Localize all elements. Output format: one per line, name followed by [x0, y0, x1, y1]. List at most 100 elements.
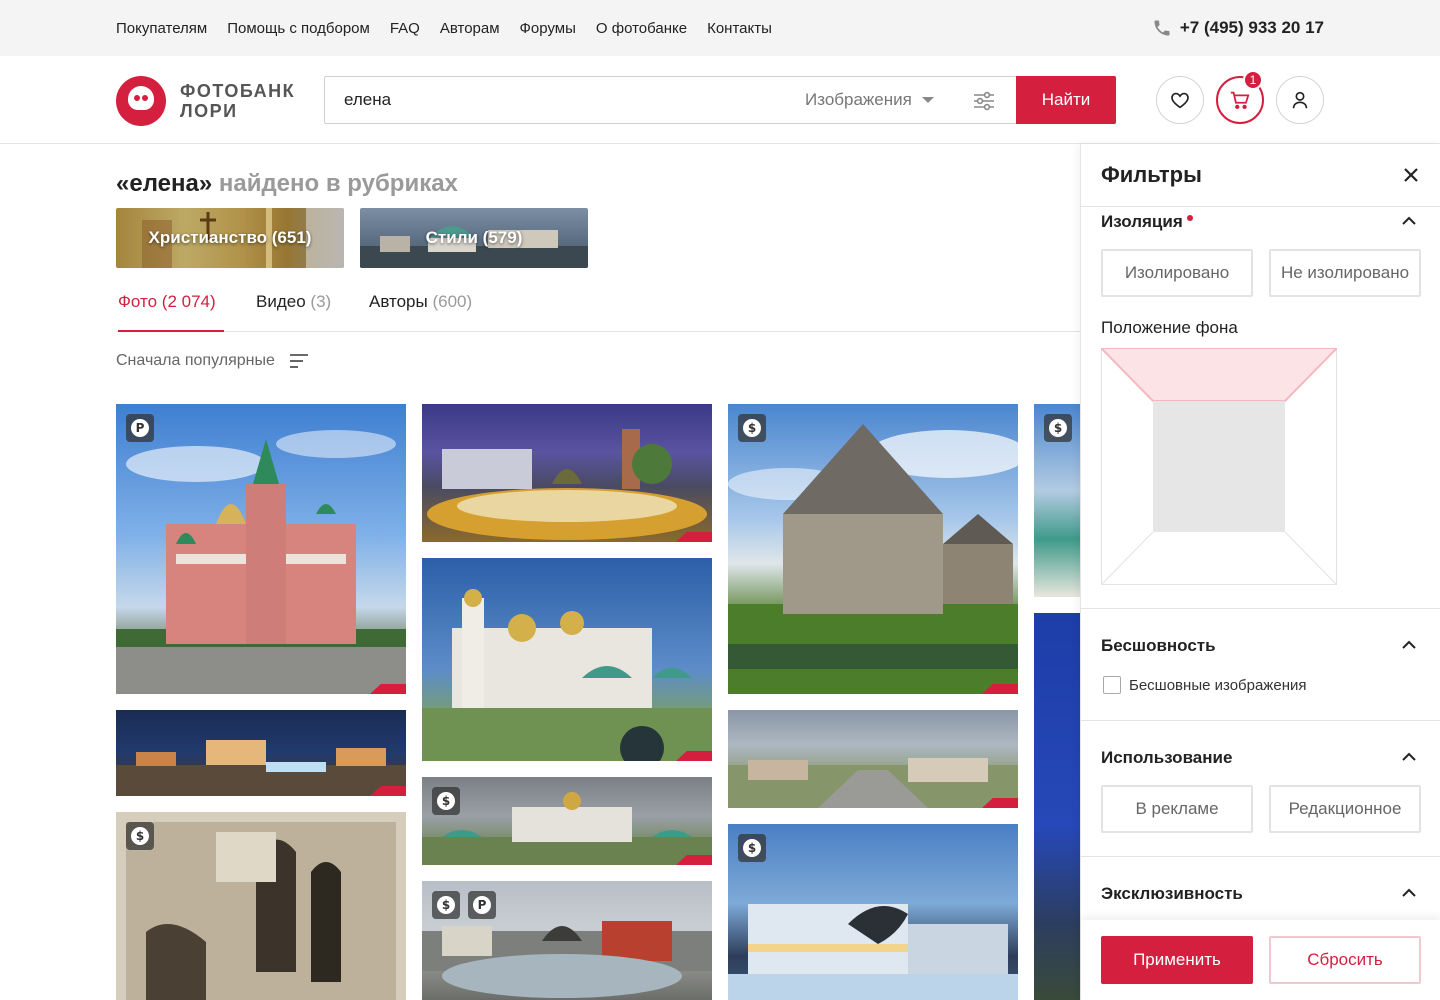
tab-authors[interactable]: Авторы (600) [369, 292, 472, 332]
logo-mark-icon [116, 76, 166, 126]
search-input[interactable] [344, 90, 784, 110]
reset-button[interactable]: Сбросить [1269, 936, 1421, 984]
price-badge: P [126, 414, 154, 442]
heart-icon [1171, 92, 1189, 109]
price-badge: $ [126, 822, 154, 850]
price-badge: $ [738, 414, 766, 442]
background-position-title: Положение фона [1101, 318, 1238, 337]
advertising-button[interactable]: В рекламе [1101, 785, 1253, 833]
filters-title: Фильтры [1101, 162, 1202, 187]
tab-photo-label: Фото [118, 292, 158, 311]
search-button[interactable]: Найти [1016, 76, 1116, 124]
photo-card[interactable]: $ P [422, 881, 712, 1000]
logo-line-2: ЛОРИ [180, 101, 238, 121]
chevron-up-icon[interactable] [1402, 888, 1416, 898]
photo-card[interactable] [728, 710, 1018, 808]
photo-card[interactable]: $ [728, 824, 1018, 1000]
favorites-button[interactable] [1156, 76, 1204, 124]
phone-number[interactable]: +7 (495) 933 20 17 [1152, 0, 1324, 56]
chevron-up-icon[interactable] [1402, 216, 1416, 226]
photo-card[interactable] [422, 558, 712, 761]
cart-icon [1230, 91, 1250, 110]
nav-authors-link[interactable]: Авторам [440, 20, 500, 37]
tab-photo-count: (2 074) [161, 292, 216, 311]
apply-button[interactable]: Применить [1101, 936, 1253, 984]
dollar-icon: $ [437, 792, 455, 810]
sort-select[interactable]: Сначала популярные [116, 352, 309, 370]
isolated-button[interactable]: Изолировано [1101, 249, 1253, 297]
filters-footer: Применить Сбросить [1081, 920, 1440, 1000]
photo-card[interactable] [116, 710, 406, 796]
rubric-christianity[interactable]: Христианство (651) [116, 208, 344, 268]
isolation-section-title[interactable]: Изоляция [1101, 212, 1193, 232]
tab-authors-count: (600) [432, 292, 473, 311]
photo-church-image [116, 430, 406, 694]
seamless-checkbox[interactable] [1103, 676, 1121, 694]
price-badge: $ [1044, 414, 1072, 442]
phone-text: +7 (495) 933 20 17 [1179, 18, 1324, 37]
user-icon [1292, 91, 1308, 109]
account-button[interactable] [1276, 76, 1324, 124]
logo[interactable]: ФОТОБАНК ЛОРИ [116, 76, 295, 126]
tab-video[interactable]: Видео (3) [256, 292, 331, 332]
exclusive-section-title[interactable]: Эксклюзивность [1101, 884, 1243, 904]
chevron-up-icon[interactable] [1402, 752, 1416, 762]
seamless-checkbox-label: Бесшовные изображения [1129, 676, 1307, 694]
search-type-select[interactable]: Изображения [805, 77, 934, 123]
phone-icon [1154, 20, 1170, 36]
photo-engraving-image [116, 812, 406, 1000]
not-isolated-button[interactable]: Не изолировано [1269, 249, 1421, 297]
nav-forums-link[interactable]: Форумы [520, 20, 576, 37]
cart-button[interactable]: 1 [1216, 70, 1264, 124]
close-icon[interactable] [1402, 166, 1420, 184]
photo-card[interactable]: P [116, 404, 406, 694]
rubric-styles-label: Стили (579) [425, 228, 523, 247]
background-position-picker[interactable] [1101, 348, 1337, 585]
photo-card[interactable]: $ [116, 812, 406, 1000]
chevron-up-icon[interactable] [1402, 640, 1416, 650]
tab-photo[interactable]: Фото (2 074) [118, 292, 224, 332]
rubric-styles[interactable]: Стили (579) [360, 208, 588, 268]
editorial-button[interactable]: Редакционное [1269, 785, 1421, 833]
photo-card[interactable]: $ [728, 404, 1018, 694]
header: ФОТОБАНК ЛОРИ Изображения Найти 1 [0, 56, 1440, 144]
isolation-title: Изоляция [1101, 212, 1183, 231]
filter-settings-icon[interactable] [973, 90, 995, 112]
nav-contacts-link[interactable]: Контакты [707, 20, 772, 37]
active-dot-icon [1186, 214, 1193, 221]
seamless-section-title[interactable]: Бесшовность [1101, 636, 1216, 656]
results-title: «елена» найдено в рубриках [116, 170, 458, 198]
tab-video-label: Видео [256, 292, 306, 311]
dollar-icon: $ [1049, 419, 1067, 437]
logo-line-1: ФОТОБАНК [180, 81, 296, 101]
nav-buyers-link[interactable]: Покупателям [116, 20, 207, 37]
price-badge: $ [738, 834, 766, 862]
divider [1081, 206, 1440, 207]
nav-about-link[interactable]: О фотобанке [596, 20, 687, 37]
top-bar: Покупателям Помощь с подбором FAQ Автора… [0, 0, 1440, 56]
nav-help-link[interactable]: Помощь с подбором [227, 20, 370, 37]
divider [1081, 608, 1440, 609]
logo-text: ФОТОБАНК ЛОРИ [180, 81, 295, 121]
dollar-icon: $ [131, 827, 149, 845]
chevron-down-icon [921, 97, 934, 103]
price-badge: $ [432, 891, 460, 919]
price-badge: P [468, 891, 496, 919]
dollar-icon: $ [437, 896, 455, 914]
search-bar: Изображения Найти [324, 76, 1116, 124]
divider [1081, 856, 1440, 857]
photo-monastery-image [422, 589, 712, 761]
tab-video-count: (3) [310, 292, 332, 311]
results-query: «елена» [116, 170, 213, 197]
seamless-checkbox-row[interactable]: Бесшовные изображения [1103, 676, 1306, 694]
nav-faq-link[interactable]: FAQ [390, 20, 420, 37]
photo-card[interactable] [1034, 613, 1080, 1000]
photo-card[interactable] [422, 404, 712, 542]
photo-card[interactable]: $ [422, 777, 712, 865]
rouble-icon: P [473, 896, 491, 914]
photo-fortress-image [728, 424, 1018, 694]
rubric-christianity-label: Христианство (651) [148, 228, 312, 247]
cart-count-badge: 1 [1243, 70, 1263, 90]
usage-section-title[interactable]: Использование [1101, 748, 1232, 768]
photo-card[interactable]: $ [1034, 404, 1080, 597]
